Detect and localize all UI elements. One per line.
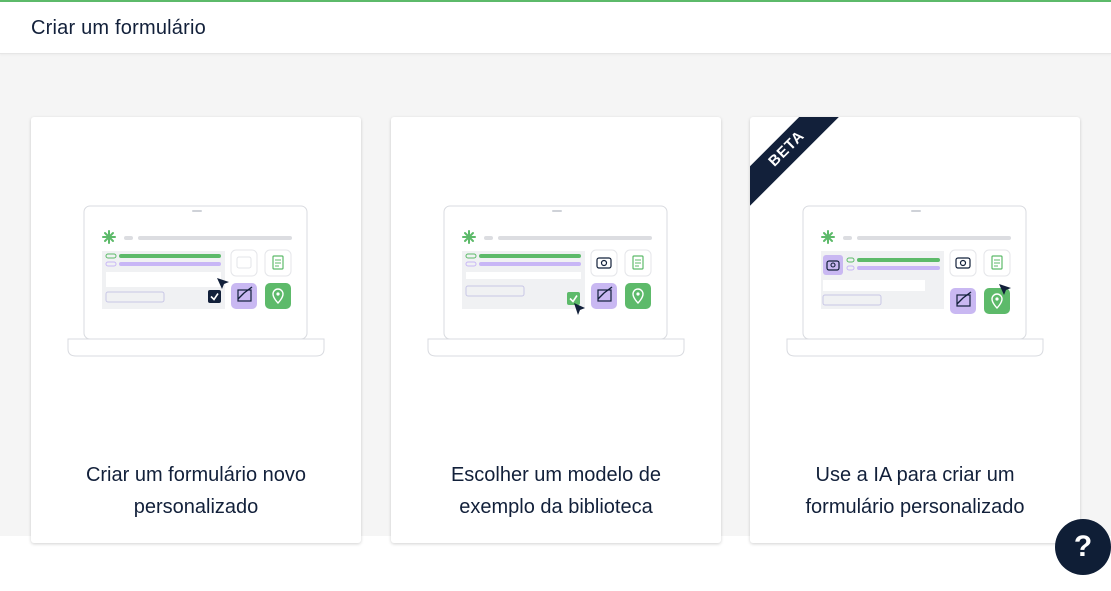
choose-template-card[interactable]: Escolher um modelo de exemplo da bibliot… <box>391 117 721 543</box>
bottom-band <box>0 536 1111 591</box>
card-label: Criar um formulário novo personalizado <box>85 464 307 518</box>
page-title: Criar um formulário <box>31 17 206 39</box>
laptop-form-icon <box>427 205 685 357</box>
help-button[interactable]: ? <box>1055 519 1111 575</box>
card-label: Escolher um modelo de exemplo da bibliot… <box>450 464 662 518</box>
laptop-form-icon <box>67 205 325 357</box>
page-header: Criar um formulário <box>0 2 1111 54</box>
laptop-form-icon <box>786 205 1044 357</box>
create-new-form-card[interactable]: Criar um formulário novo personalizado <box>31 117 361 543</box>
beta-badge: BETA <box>750 117 850 212</box>
card-label: Use a IA para criar um formulário person… <box>805 464 1025 518</box>
help-icon: ? <box>1073 530 1093 563</box>
ai-create-form-card[interactable]: BETA Use a IA para criar um formulário p… <box>750 117 1080 543</box>
